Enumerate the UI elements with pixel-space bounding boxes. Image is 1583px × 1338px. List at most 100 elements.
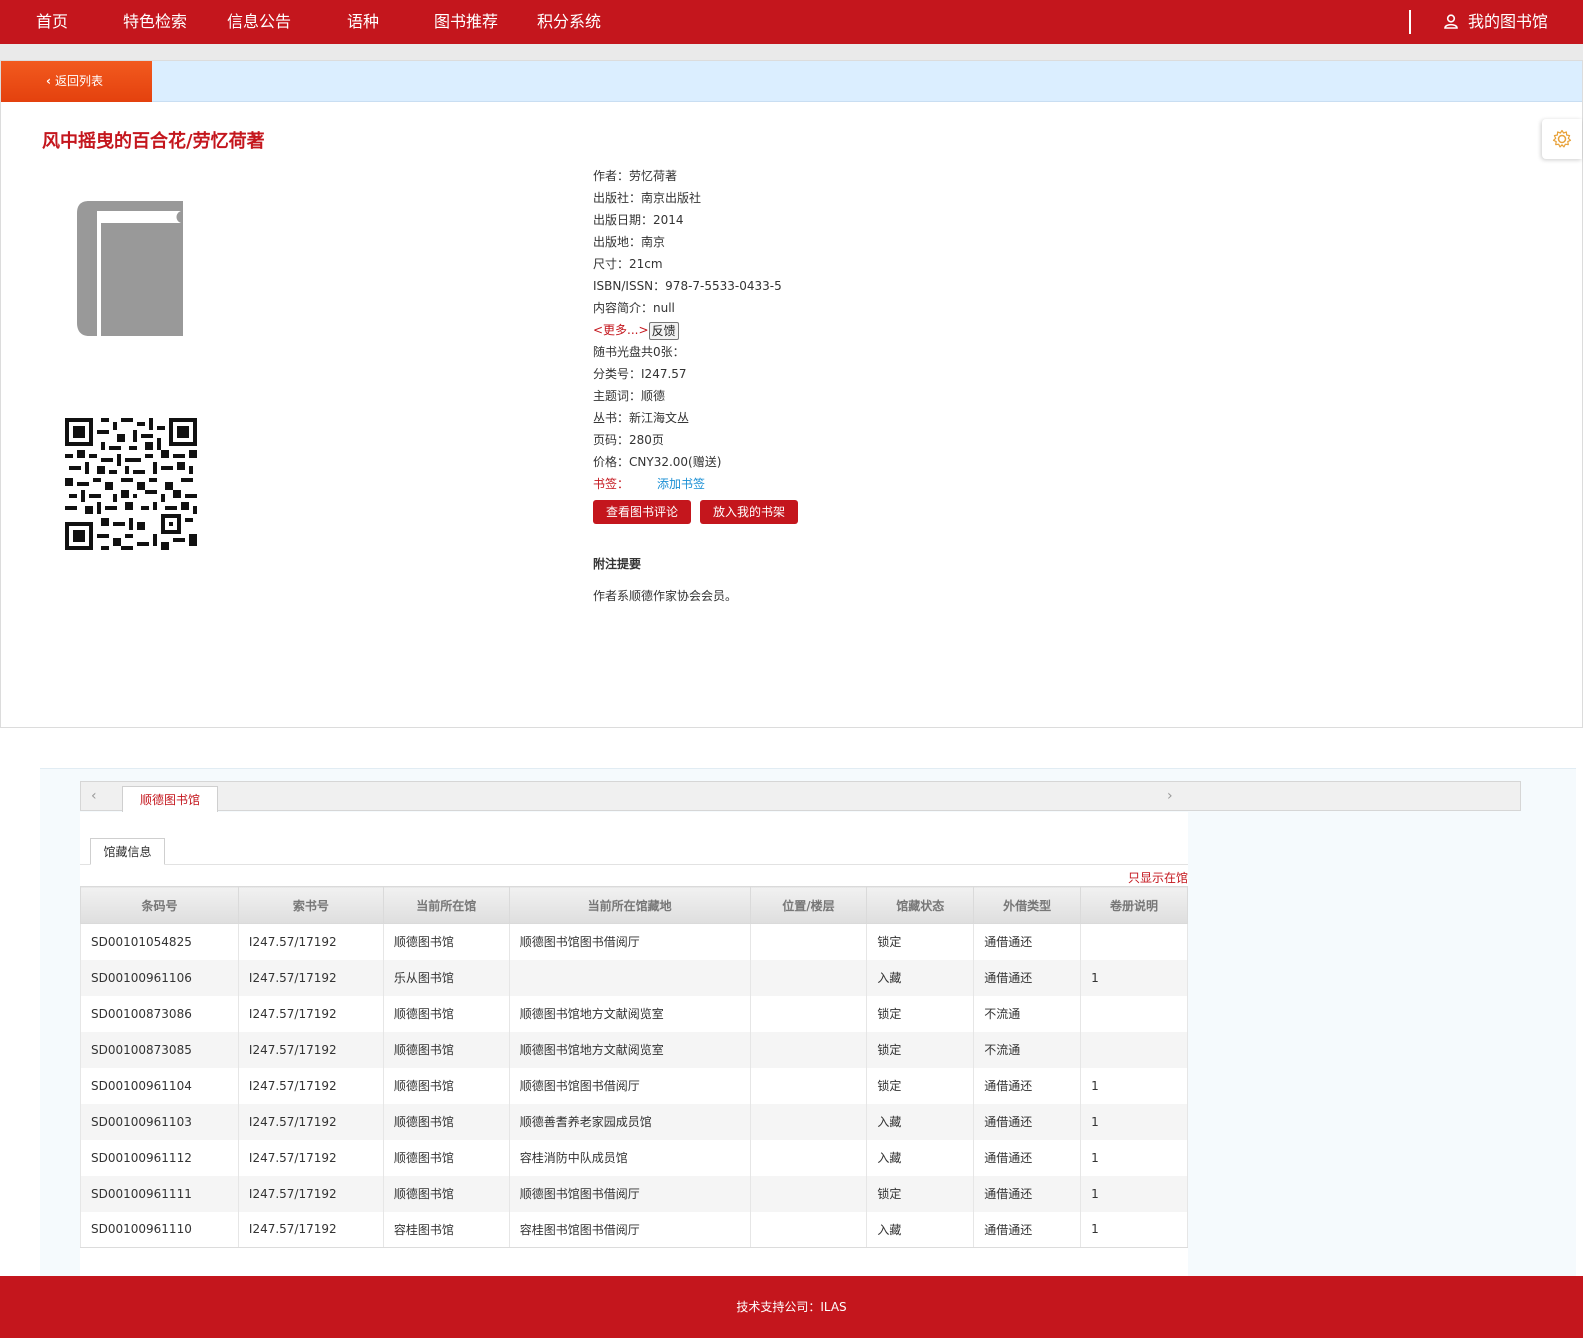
book-detail-panel: ‹ 返回列表 风中摇曳的百合花/劳忆荷著 作者：劳忆荷著 出版社：南京出版社 出… (0, 60, 1583, 728)
meta-value: null (653, 301, 675, 315)
tab-holdings-info[interactable]: 馆藏信息 (90, 838, 165, 865)
nav-item-announcements[interactable]: 信息公告 (227, 0, 291, 44)
nav-divider (1409, 10, 1411, 34)
chevron-left-icon: ‹ (46, 74, 51, 88)
table-cell: SD00100873085 (80, 1031, 239, 1068)
meta-row: 内容简介：null (593, 297, 1153, 319)
table-row: SD00100961104 I247.57/17192 顺德图书馆 顺德图书馆图书借阅… (80, 1067, 1188, 1104)
meta-row: 作者：劳忆荷著 (593, 165, 1153, 187)
feedback-button[interactable]: 反馈 (648, 321, 679, 340)
nav-item-languages[interactable]: 语种 (347, 0, 379, 44)
only-in-library-link[interactable]: 只显示在馆 (1128, 869, 1188, 886)
table-cell: 通借通还 (973, 959, 1082, 996)
table-cell: SD00100961104 (80, 1067, 239, 1104)
bookmark-label: 书签： (593, 477, 630, 491)
holdings-section: ‹ 顺德图书馆 › 馆藏信息 只显示在馆 条码号 索书号 当前所在馆 当前所在馆… (40, 768, 1576, 1277)
table-cell (749, 1067, 868, 1104)
more-link[interactable]: <更多...> (593, 323, 649, 337)
table-cell: 顺德图书馆 (382, 1103, 510, 1140)
table-cell: I247.57/17192 (237, 1139, 384, 1176)
table-cell: I247.57/17192 (237, 959, 384, 996)
table-cell (1080, 995, 1188, 1032)
table-cell: 锁定 (866, 1067, 975, 1104)
table-cell: 顺德善耆养老家园成员馆 (508, 1103, 751, 1140)
table-cell: 入藏 (866, 1211, 975, 1248)
table-row: SD00100961111 I247.57/17192 顺德图书馆 顺德图书馆图书借阅… (80, 1175, 1188, 1212)
table-cell: 不流通 (973, 1031, 1082, 1068)
table-cell: SD00100961111 (80, 1175, 239, 1212)
table-cell: 通借通还 (973, 1103, 1082, 1140)
holdings-table: 条码号 索书号 当前所在馆 当前所在馆藏地 位置/楼层 馆藏状态 外借类型 卷册… (80, 886, 1188, 1248)
table-cell: 1 (1080, 959, 1188, 996)
chevron-left-icon[interactable]: ‹ (91, 788, 97, 804)
meta-label: ISBN/ISSN： (593, 279, 666, 293)
back-to-list-button[interactable]: ‹ 返回列表 (1, 61, 152, 102)
table-cell: 顺德图书馆 (382, 1031, 510, 1068)
tab-shunde-library[interactable]: 顺德图书馆 (122, 786, 218, 812)
add-to-shelf-button[interactable]: 放入我的书架 (700, 500, 799, 524)
table-cell: 锁定 (866, 923, 975, 960)
chevron-right-icon[interactable]: › (1167, 788, 1173, 804)
column-header: 当前所在馆藏地 (508, 886, 751, 924)
nav-item-home[interactable]: 首页 (36, 0, 68, 44)
table-cell: 顺德图书馆 (382, 1139, 510, 1176)
view-reviews-button[interactable]: 查看图书评论 (593, 500, 692, 524)
column-header: 外借类型 (973, 886, 1082, 924)
meta-row: 出版地：南京 (593, 231, 1153, 253)
meta-value: 978-7-5533-0433-5 (665, 279, 782, 293)
table-row: SD00100873085 I247.57/17192 顺德图书馆 顺德图书馆地方文献… (80, 1031, 1188, 1068)
table-cell (508, 959, 751, 996)
my-library-label: 我的图书馆 (1468, 12, 1549, 31)
nav-item-special-search[interactable]: 特色检索 (123, 0, 187, 44)
meta-label: 丛书： (593, 411, 630, 425)
table-cell: SD00100961112 (80, 1139, 239, 1176)
meta-label: 页码： (593, 433, 630, 447)
table-row: SD00100961112 I247.57/17192 顺德图书馆 容桂消防中队成员馆… (80, 1139, 1188, 1176)
meta-value: 南京 (641, 235, 666, 249)
meta-value: 南京出版社 (641, 191, 702, 205)
column-header: 馆藏状态 (866, 886, 975, 924)
meta-label: 出版日期： (593, 213, 654, 227)
table-cell: 顺德图书馆图书借阅厅 (508, 1175, 751, 1212)
table-cell: 顺德图书馆 (382, 995, 510, 1032)
my-library-link[interactable]: 我的图书馆 (1444, 0, 1548, 44)
holdings-table-body: SD00101054825 I247.57/17192 顺德图书馆 顺德图书馆图书借阅… (80, 923, 1188, 1248)
meta-label: 作者： (593, 169, 630, 183)
meta-value: CNY32.00(赠送) (629, 455, 722, 469)
nav-item-points[interactable]: 积分系统 (537, 0, 601, 44)
note-text: 作者系顺德作家协会会员。 (593, 589, 738, 603)
meta-label: 尺寸： (593, 257, 630, 271)
table-cell: 锁定 (866, 1031, 975, 1068)
settings-float-button[interactable] (1542, 119, 1582, 159)
meta-label: 出版地： (593, 235, 642, 249)
table-cell: 容桂消防中队成员馆 (508, 1139, 751, 1176)
table-cell: I247.57/17192 (237, 1031, 384, 1068)
table-cell: 入藏 (866, 959, 975, 996)
table-cell: 顺德图书馆图书借阅厅 (508, 923, 751, 960)
add-bookmark-link[interactable]: 添加书签 (657, 477, 705, 491)
meta-row: 主题词：顺德 (593, 385, 1153, 407)
nav-item-recommendations[interactable]: 图书推荐 (434, 0, 498, 44)
meta-row: ISBN/ISSN：978-7-5533-0433-5 (593, 275, 1153, 297)
subtab-divider (80, 864, 1188, 865)
meta-label: 随书光盘共0张： (593, 345, 685, 359)
meta-label: 分类号： (593, 367, 642, 381)
table-cell: 1 (1080, 1175, 1188, 1212)
table-cell: 顺德图书馆图书借阅厅 (508, 1067, 751, 1104)
table-cell: 1 (1080, 1211, 1188, 1248)
meta-value: 新江海文丛 (629, 411, 690, 425)
table-cell: 1 (1080, 1067, 1188, 1104)
table-cell: 通借通还 (973, 1175, 1082, 1212)
table-cell: 1 (1080, 1139, 1188, 1176)
table-cell (1080, 1031, 1188, 1068)
table-cell: 入藏 (866, 1139, 975, 1176)
table-cell: 锁定 (866, 995, 975, 1032)
meta-value: 顺德 (641, 389, 666, 403)
meta-row: 页码：280页 (593, 429, 1153, 451)
column-header: 当前所在馆 (382, 886, 510, 924)
meta-row: 分类号：I247.57 (593, 363, 1153, 385)
table-cell: 顺德图书馆 (382, 923, 510, 960)
note-title: 附注提要 (593, 557, 642, 571)
column-header: 位置/楼层 (749, 886, 868, 924)
meta-row-more: <更多...> 反馈 (593, 319, 1153, 341)
